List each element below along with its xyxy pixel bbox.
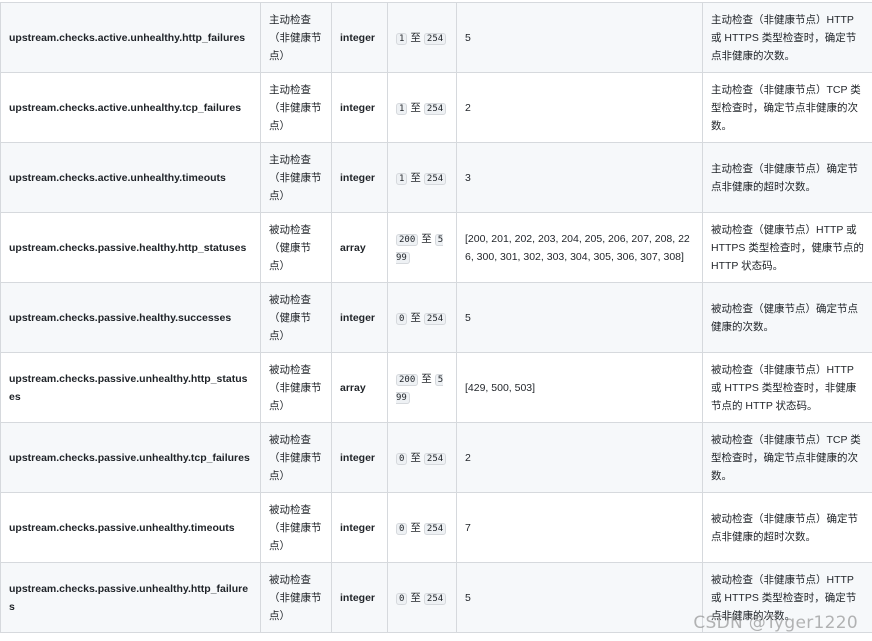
param-range: 1 至 254: [387, 72, 457, 143]
param-description: 主动检查（非健康节点）HTTP 或 HTTPS 类型检查时，确定节点非健康的次数…: [702, 2, 872, 73]
param-name: upstream.checks.passive.unhealthy.timeou…: [0, 492, 261, 563]
watermark: CSDN @Tyger1220: [693, 613, 858, 633]
param-type: integer: [331, 2, 388, 73]
param-type: array: [331, 352, 388, 423]
param-category: 被动检查（非健康节点）: [260, 492, 332, 563]
param-description: 被动检查（非健康节点）TCP 类型检查时，确定节点非健康的次数。: [702, 422, 872, 493]
param-range: 1 至 254: [387, 2, 457, 73]
table-row: upstream.checks.passive.unhealthy.tcp_fa…: [0, 422, 872, 493]
table-row: upstream.checks.active.unhealthy.http_fa…: [0, 2, 872, 73]
range-separator: 至: [410, 101, 421, 114]
param-type: integer: [331, 142, 388, 213]
param-default: 5: [456, 2, 703, 73]
range-max: 254: [423, 102, 447, 115]
param-name: upstream.checks.active.unhealthy.http_fa…: [0, 2, 261, 73]
range-separator: 至: [410, 451, 421, 464]
param-type: array: [331, 212, 388, 283]
param-name: upstream.checks.active.unhealthy.tcp_fai…: [0, 72, 261, 143]
range-max: 254: [423, 312, 447, 325]
param-range: 1 至 254: [387, 142, 457, 213]
param-default: 5: [456, 562, 703, 633]
param-name: upstream.checks.passive.unhealthy.tcp_fa…: [0, 422, 261, 493]
param-category: 被动检查（非健康节点）: [260, 422, 332, 493]
param-default: 2: [456, 72, 703, 143]
param-description: 被动检查（非健康节点）确定节点非健康的超时次数。: [702, 492, 872, 563]
param-category: 主动检查（非健康节点）: [260, 142, 332, 213]
range-separator: 至: [410, 171, 421, 184]
range-separator: 至: [410, 311, 421, 324]
param-category: 被动检查（健康节点）: [260, 212, 332, 283]
range-min: 200: [396, 233, 419, 246]
range-min: 1: [396, 32, 408, 45]
param-default: 7: [456, 492, 703, 563]
range-separator: 至: [410, 31, 421, 44]
param-type: integer: [331, 422, 388, 493]
range-separator: 至: [410, 591, 421, 604]
range-min: 0: [396, 312, 408, 325]
param-default: 5: [456, 282, 703, 353]
table-row: upstream.checks.passive.unhealthy.http_s…: [0, 352, 872, 423]
param-category: 被动检查（非健康节点）: [260, 562, 332, 633]
param-category: 被动检查（非健康节点）: [260, 352, 332, 423]
param-name: upstream.checks.passive.unhealthy.http_f…: [0, 562, 261, 633]
param-default: [429, 500, 503]: [456, 352, 703, 423]
range-min: 1: [396, 102, 408, 115]
param-type: integer: [331, 72, 388, 143]
range-separator: 至: [410, 521, 421, 534]
table-row: upstream.checks.passive.healthy.successe…: [0, 282, 872, 353]
param-name: upstream.checks.active.unhealthy.timeout…: [0, 142, 261, 213]
table-row: upstream.checks.passive.healthy.http_sta…: [0, 212, 872, 283]
range-separator: 至: [421, 372, 432, 385]
param-description: 被动检查（健康节点）确定节点健康的次数。: [702, 282, 872, 353]
param-name: upstream.checks.passive.healthy.successe…: [0, 282, 261, 353]
param-range: 0 至 254: [387, 562, 457, 633]
range-min: 0: [396, 452, 408, 465]
range-separator: 至: [421, 232, 432, 245]
param-range: 0 至 254: [387, 492, 457, 563]
param-range: 0 至 254: [387, 422, 457, 493]
param-category: 主动检查（非健康节点）: [260, 72, 332, 143]
param-description: 主动检查（非健康节点）确定节点非健康的超时次数。: [702, 142, 872, 213]
range-min: 0: [396, 592, 408, 605]
param-type: integer: [331, 562, 388, 633]
range-min: 0: [396, 522, 408, 535]
param-type: integer: [331, 282, 388, 353]
param-default: 3: [456, 142, 703, 213]
param-category: 主动检查（非健康节点）: [260, 2, 332, 73]
param-name: upstream.checks.passive.unhealthy.http_s…: [0, 352, 261, 423]
param-category: 被动检查（健康节点）: [260, 282, 332, 353]
param-range: 200 至 599: [387, 212, 457, 283]
range-max: 254: [423, 32, 447, 45]
param-description: 主动检查（非健康节点）TCP 类型检查时，确定节点非健康的次数。: [702, 72, 872, 143]
table-row: upstream.checks.active.unhealthy.tcp_fai…: [0, 72, 872, 143]
range-max: 254: [423, 522, 447, 535]
param-type: integer: [331, 492, 388, 563]
range-min: 1: [396, 172, 408, 185]
param-name: upstream.checks.passive.healthy.http_sta…: [0, 212, 261, 283]
param-range: 200 至 599: [387, 352, 457, 423]
range-min: 200: [396, 373, 419, 386]
param-default: [200, 201, 202, 203, 204, 205, 206, 207,…: [456, 212, 703, 283]
param-range: 0 至 254: [387, 282, 457, 353]
param-description: 被动检查（健康节点）HTTP 或 HTTPS 类型检查时，健康节点的 HTTP …: [702, 212, 872, 283]
table-row: upstream.checks.active.unhealthy.timeout…: [0, 142, 872, 213]
param-default: 2: [456, 422, 703, 493]
range-max: 254: [423, 172, 447, 185]
param-description: 被动检查（非健康节点）HTTP 或 HTTPS 类型检查时，非健康节点的 HTT…: [702, 352, 872, 423]
range-max: 254: [423, 592, 447, 605]
range-max: 254: [423, 452, 447, 465]
table-row: upstream.checks.passive.unhealthy.timeou…: [0, 492, 872, 563]
health-check-params-table: upstream.checks.active.unhealthy.http_fa…: [0, 2, 872, 633]
